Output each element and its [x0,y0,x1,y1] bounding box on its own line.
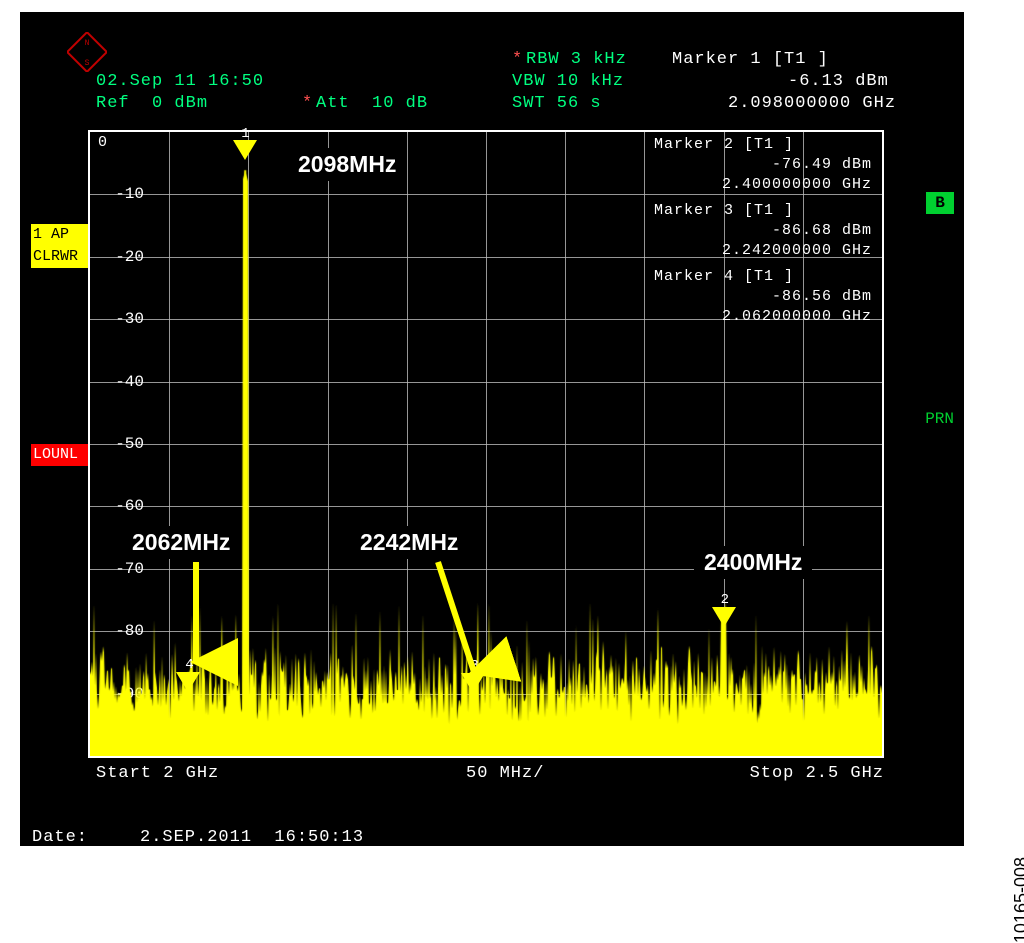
compass-icon: N S [67,32,107,72]
marker1-freq: 2.098000000 GHz [728,94,896,113]
footer-date-label: Date: [32,828,88,847]
rbw-star: * [512,50,523,69]
marker2-num: 2 [721,592,729,608]
lounl-badge: LOUNL [31,444,88,466]
ref-level: Ref 0 dBm [96,94,208,113]
page-id: 10165-008 [1011,857,1024,943]
arrow-2062-icon [188,562,218,687]
spectrum-analyzer-screen: N S 02.Sep 11 16:50 Ref 0 dBm * Att 10 d… [20,12,964,846]
x-stop: Stop 2.5 GHz [750,764,884,783]
plot-area: 0 -10 -20 -30 -40 -50 -60 -70 -80 -90 Ma… [88,130,884,758]
footer-date-val: 2.SEP.2011 16:50:13 [140,828,364,847]
prn-label: PRN [925,410,954,428]
arrow-2242-icon [430,562,510,697]
marker1-pwr: -6.13 dBm [788,72,889,91]
att: Att 10 dB [316,94,428,113]
svg-text:N: N [85,39,90,48]
clrwr-badge: CLRWR [31,246,88,268]
annot-2062: 2062MHz [122,526,240,559]
x-start: Start 2 GHz [96,764,219,783]
vbw: VBW 10 kHz [512,72,624,91]
x-div: 50 MHz/ [466,764,544,783]
att-star: * [302,94,313,113]
marker1-title: Marker 1 [T1 ] [672,50,829,69]
annot-2098: 2098MHz [288,148,406,181]
rbw: RBW 3 kHz [526,50,627,69]
swt: SWT 56 s [512,94,602,113]
annot-2242: 2242MHz [350,526,468,559]
marker1-num: 1 [241,126,249,142]
trace-mode-badge: 1 AP [31,224,88,246]
svg-text:S: S [85,59,90,68]
marker2-triangle-icon [712,607,736,627]
marker1-triangle-icon [233,140,257,160]
annot-2400: 2400MHz [694,546,812,579]
datetime: 02.Sep 11 16:50 [96,72,264,91]
screen-b-badge: B [926,192,954,214]
